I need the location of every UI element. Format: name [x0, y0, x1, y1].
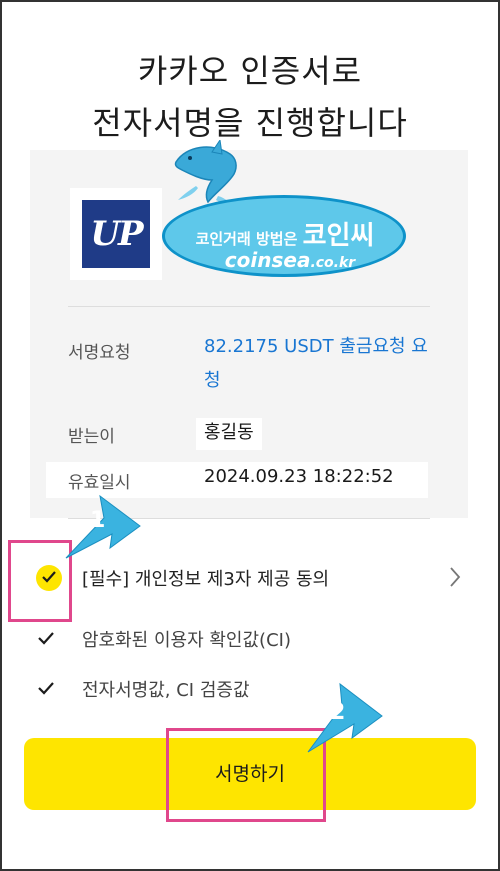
consent-ci-label: 암호화된 이용자 확인값(CI) — [82, 630, 291, 651]
step-2-label: 2 — [330, 700, 346, 725]
watermark-domain: coinsea.co.kr — [200, 248, 380, 272]
consent-item-ci: 암호화된 이용자 확인값(CI) — [36, 624, 476, 654]
divider-top — [68, 306, 430, 307]
step-1-label: 1 — [90, 508, 106, 533]
checkmark-icon — [38, 682, 54, 695]
requester-logo: UP — [70, 188, 162, 280]
request-label: 서명요청 — [68, 343, 131, 363]
watermark-tagline: 코인거래 방법은 코인씨 — [180, 215, 390, 252]
consent-item-signature: 전자서명값, CI 검증값 — [36, 674, 476, 704]
request-value: 82.2175 USDT 출금요청 요청 — [204, 336, 428, 391]
watermark-domain-suffix: .co.kr — [310, 255, 356, 271]
watermark-top-text: 코인거래 방법은 — [195, 230, 298, 248]
title-line-1: 카카오 인증서로 — [137, 52, 363, 90]
page-title: 카카오 인증서로 전자서명을 진행합니다 — [0, 45, 500, 149]
consent-required-label: [필수] 개인정보 제3자 제공 동의 — [82, 569, 330, 590]
recipient-label: 받는이 — [68, 427, 115, 447]
checkmark-icon — [38, 632, 54, 645]
consent-signature-label: 전자서명값, CI 검증값 — [82, 680, 250, 701]
upbit-logo-mark: UP — [82, 200, 150, 268]
chevron-right-icon[interactable] — [448, 566, 462, 588]
coinsea-watermark: 코인거래 방법은 코인씨 coinsea.co.kr — [160, 140, 420, 290]
watermark-domain-main: coinsea — [224, 248, 311, 272]
recipient-value: 홍길동 — [204, 422, 254, 443]
watermark-brand-kr: 코인씨 — [302, 221, 375, 251]
expiry-value: 2024.09.23 18:22:52 — [204, 466, 394, 487]
